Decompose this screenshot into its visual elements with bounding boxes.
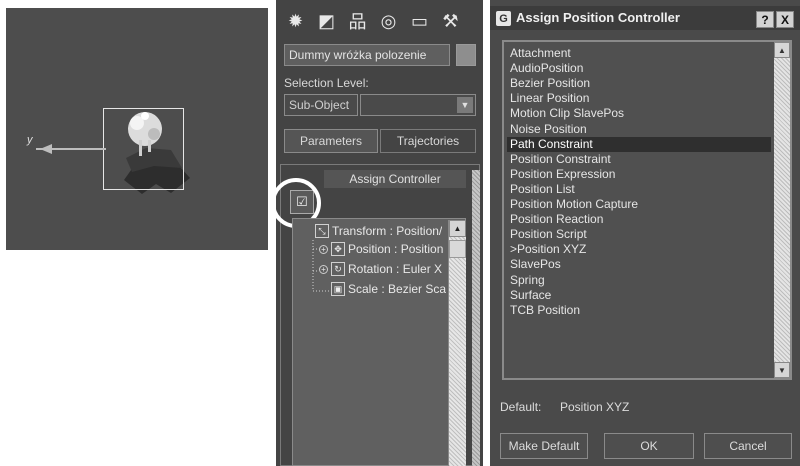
list-item[interactable]: Position Script [510, 227, 587, 242]
sub-object-button[interactable]: Sub-Object [284, 94, 358, 116]
motion-icon[interactable]: ◎ [373, 6, 404, 36]
dialog-titlebar[interactable]: G Assign Position Controller ? X [490, 6, 800, 30]
viewport[interactable]: y [6, 8, 268, 250]
selection-box [103, 108, 184, 190]
ok-button[interactable]: OK [604, 433, 694, 459]
list-item[interactable]: AudioPosition [510, 61, 583, 76]
scroll-up-icon[interactable]: ▲ [774, 42, 790, 58]
dialog-title: Assign Position Controller [516, 10, 680, 25]
app-icon: G [496, 11, 511, 26]
list-item[interactable]: Attachment [510, 46, 571, 61]
list-item[interactable]: TCB Position [510, 303, 580, 318]
list-item[interactable]: Spring [510, 273, 545, 288]
list-item[interactable]: Noise Position [510, 122, 587, 137]
scroll-up-icon[interactable]: ▲ [449, 220, 466, 237]
tree-item-label: Rotation : Euler X [348, 262, 443, 276]
command-panel-tabs: ✹ ◩ 品 ◎ ▭ ⚒ [280, 6, 480, 36]
scale-icon: ▣ [331, 282, 345, 296]
list-item[interactable]: Position List [510, 182, 575, 197]
list-item[interactable]: Position Reaction [510, 212, 603, 227]
hierarchy-icon[interactable]: 品 [342, 6, 373, 36]
list-item[interactable]: Position Motion Capture [510, 197, 638, 212]
rotation-icon: ↻ [331, 262, 345, 276]
y-axis-arrow-icon [40, 144, 52, 154]
y-axis-label: y [27, 134, 33, 146]
list-item[interactable]: Path Constraint [507, 136, 771, 152]
list-item[interactable]: Motion Clip SlavePos [510, 106, 624, 121]
tree-item-label: Transform : Position/ [332, 224, 443, 238]
command-panel: ✹ ◩ 品 ◎ ▭ ⚒ Dummy wróżka polozenie Selec… [271, 0, 483, 466]
tree-item-label: Position : Position [348, 242, 444, 256]
trajectories-button[interactable]: Trajectories [380, 129, 476, 153]
modify-icon[interactable]: ◩ [311, 6, 342, 36]
scroll-down-icon[interactable]: ▼ [774, 362, 790, 378]
list-scrollbar[interactable]: ▲ ▼ [774, 42, 790, 378]
tree-item-label: Scale : Bezier Sca [348, 282, 447, 296]
chevron-down-icon: ▼ [457, 97, 473, 113]
scroll-thumb[interactable] [449, 240, 466, 258]
object-color-swatch[interactable] [456, 44, 476, 66]
tree-item-rotation[interactable]: + ↻ Rotation : Euler X [319, 259, 442, 279]
list-item[interactable]: Linear Position [510, 91, 589, 106]
tree-item-scale[interactable]: ▣ Scale : Bezier Sca [331, 279, 446, 299]
list-item[interactable]: SlavePos [510, 257, 561, 272]
rollout-title[interactable]: Assign Controller [324, 170, 466, 188]
tree-item-position[interactable]: + ✥ Position : Position [319, 239, 443, 259]
display-icon[interactable]: ▭ [404, 6, 435, 36]
tree-scrollbar[interactable]: ▲ [448, 220, 466, 466]
list-item[interactable]: >Position XYZ [510, 242, 586, 257]
create-icon[interactable]: ✹ [280, 6, 311, 36]
parameters-button[interactable]: Parameters [284, 129, 378, 153]
assign-position-controller-dialog: G Assign Position Controller ? X Attachm… [490, 0, 800, 466]
sub-object-dropdown[interactable]: ▼ [360, 94, 476, 116]
object-name-field[interactable]: Dummy wróżka polozenie [284, 44, 450, 66]
tree-item-transform[interactable]: ⤡ Transform : Position/ [315, 221, 442, 241]
panel-scrollbar[interactable] [472, 170, 480, 466]
expand-icon[interactable]: + [319, 264, 328, 274]
help-button[interactable]: ? [756, 11, 774, 28]
default-value: Position XYZ [560, 400, 630, 414]
list-item[interactable]: Surface [510, 288, 551, 303]
transform-icon: ⤡ [315, 224, 329, 238]
position-icon: ✥ [331, 242, 345, 256]
list-item[interactable]: Position Constraint [510, 152, 611, 167]
make-default-button[interactable]: Make Default [500, 433, 588, 459]
controller-list[interactable]: Attachment AudioPosition Bezier Position Li… [502, 40, 792, 380]
controller-tree[interactable]: ⤡ Transform : Position/ + ✥ Position : P… [292, 218, 466, 466]
default-label: Default: [500, 400, 542, 414]
selection-level-label: Selection Level: [284, 76, 369, 90]
list-item[interactable]: Bezier Position [510, 76, 590, 91]
list-item[interactable]: Position Expression [510, 167, 615, 182]
cancel-button[interactable]: Cancel [704, 433, 792, 459]
close-button[interactable]: X [776, 11, 794, 28]
expand-icon[interactable]: + [319, 244, 328, 254]
utilities-icon[interactable]: ⚒ [435, 6, 466, 36]
